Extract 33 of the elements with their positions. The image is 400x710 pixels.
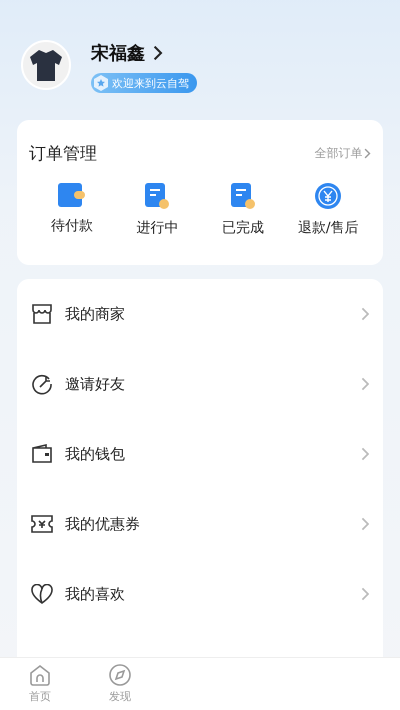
star-icon xyxy=(93,75,109,91)
welcome-badge: 欢迎来到云自驾 xyxy=(91,73,197,93)
menu-item[interactable]: 我的喜欢 xyxy=(65,584,349,604)
chevron-right-icon xyxy=(364,148,371,159)
order-status-button[interactable]: 退款/售后 xyxy=(286,183,371,237)
chevron-right-icon xyxy=(360,307,369,321)
user-name[interactable]: 宋福鑫 xyxy=(91,41,145,65)
chevron-right-icon xyxy=(153,45,163,61)
menu-item[interactable]: 邀请好友 xyxy=(65,374,349,394)
ticket-icon xyxy=(31,515,53,533)
home-icon xyxy=(29,664,51,686)
wallet-icon xyxy=(58,183,86,207)
document-icon xyxy=(145,183,170,209)
avatar[interactable] xyxy=(21,40,71,90)
store-icon xyxy=(31,303,53,325)
compass-icon xyxy=(109,664,131,686)
chevron-right-icon xyxy=(360,587,369,601)
yuan-coin-icon xyxy=(315,183,342,209)
chevron-right-icon xyxy=(360,517,369,531)
refresh-circle-icon xyxy=(31,373,53,395)
order-status-button[interactable]: 进行中 xyxy=(114,183,200,237)
chevron-right-icon xyxy=(360,377,369,391)
order-status-button[interactable]: 已完成 xyxy=(200,183,286,237)
wallet-icon xyxy=(31,444,53,464)
document-icon xyxy=(230,183,255,209)
card-title: 订单管理 xyxy=(29,143,97,165)
order-status-button[interactable]: 待付款 xyxy=(29,183,114,237)
menu-item[interactable]: 我的商家 xyxy=(65,304,349,324)
chevron-right-icon xyxy=(360,447,369,461)
menu-item[interactable]: 我的优惠券 xyxy=(65,514,349,534)
shirt-icon xyxy=(29,48,63,82)
heart-icon xyxy=(31,584,53,604)
menu-item[interactable]: 我的钱包 xyxy=(65,444,349,464)
